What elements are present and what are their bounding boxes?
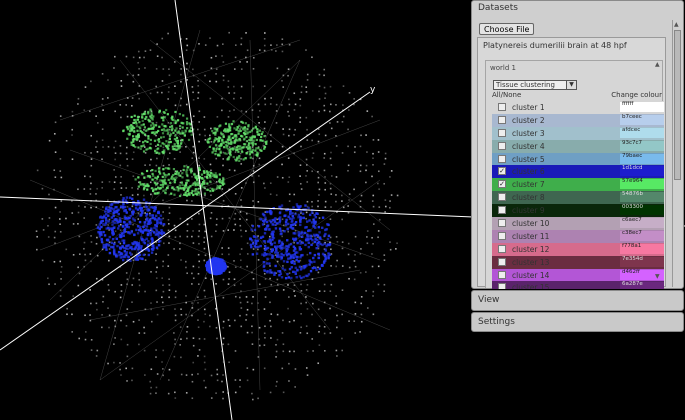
cluster-checkbox[interactable] [498,115,506,124]
cluster-name: cluster 12 [512,244,550,254]
cluster-row: cluster 4 93c7c7 [492,139,664,153]
world-box: world 1 Tissue clustering ▼ All/None Cha… [485,60,664,289]
cluster-name: cluster 11 [512,231,550,241]
cluster-colour-swatch[interactable]: 6a287e [620,282,664,289]
cluster-name: cluster 4 [512,141,545,151]
cluster-checkbox[interactable] [498,103,506,111]
cluster-name: cluster 15 [512,283,550,289]
cluster-list-scrollbar[interactable]: ▲ ▼ [655,61,663,281]
cluster-name: cluster 2 [512,115,545,125]
cluster-row: ✓ cluster 7 57e964 [492,178,664,192]
cluster-row: cluster 14 d462ff [492,268,664,282]
cluster-row: cluster 3 afdcec [492,126,664,140]
settings-panel-title[interactable]: Settings [472,313,683,331]
cluster-row: cluster 11 c38ec7 [492,229,664,243]
cluster-row: ✓ cluster 6 1d1dcd [492,165,664,179]
scroll-up-icon[interactable]: ▲ [655,61,660,68]
cluster-checkbox[interactable] [498,128,506,137]
axis-y-label: y [370,85,376,95]
scrollbar-thumb[interactable] [674,30,681,180]
cluster-name: cluster 10 [512,219,550,229]
cluster-row: cluster 5 79baec [492,152,664,166]
cluster-name: cluster 9 [512,206,545,216]
cluster-checkbox[interactable] [498,283,506,289]
cluster-row: cluster 1 ffffff [492,101,664,114]
view-panel[interactable]: View [471,290,684,311]
cluster-checkbox[interactable]: ✓ [498,167,506,176]
settings-panel[interactable]: Settings [471,312,684,332]
cluster-list: cluster 1 ffffff cluster 2 b7ceec cluster 3a… [492,101,664,289]
dataset-name: Platynereis dumerilii brain at 48 hpf [483,41,627,50]
cluster-name: cluster 7 [512,180,545,190]
datasets-panel: Datasets Choose File Platynereis dumeril… [471,0,684,289]
cluster-row: cluster 15 6a287e [492,281,664,289]
world-label: world 1 [490,64,516,72]
cluster-checkbox[interactable] [498,270,506,279]
cluster-checkbox[interactable] [498,206,506,215]
datasets-scrollbar[interactable]: ▲ [672,20,682,287]
cluster-checkbox[interactable] [498,219,506,228]
cluster-checkbox[interactable] [498,257,506,266]
cluster-checkbox[interactable] [498,231,506,240]
cluster-row: cluster 8 54876b [492,191,664,205]
view-panel-title[interactable]: View [472,291,683,309]
cluster-row: cluster 13 7e354d [492,255,664,269]
cluster-row: cluster 12 f778a1 [492,242,664,256]
cluster-row: cluster 2 b7ceec [492,113,664,127]
cluster-name: cluster 14 [512,270,550,280]
dataset-box: Platynereis dumerilii brain at 48 hpf wo… [477,37,666,289]
all-none-toggle[interactable]: All/None [492,91,521,99]
scroll-up-icon[interactable]: ▲ [674,21,679,28]
cluster-checkbox[interactable] [498,154,506,163]
cluster-name: cluster 1 [512,103,545,112]
cluster-checkbox[interactable] [498,193,506,202]
cluster-name: cluster 3 [512,128,545,138]
chevron-down-icon[interactable]: ▼ [566,81,576,89]
choose-file-button[interactable]: Choose File [479,23,535,35]
mode-select[interactable]: Tissue clustering ▼ [493,80,577,90]
cluster-name: cluster 6 [512,167,545,177]
cluster-checkbox[interactable]: ✓ [498,180,506,189]
cluster-checkbox[interactable] [498,244,506,253]
cluster-name: cluster 5 [512,154,545,164]
cluster-row: cluster 9 003300 [492,204,664,218]
scroll-down-icon[interactable]: ▼ [655,273,660,280]
cluster-row: cluster 10 c6aec7 [492,217,664,230]
cluster-name: cluster 8 [512,193,545,203]
cluster-checkbox[interactable] [498,141,506,150]
cluster-name: cluster 13 [512,257,550,267]
datasets-panel-title[interactable]: Datasets [472,1,683,15]
mode-select-value: Tissue clustering [496,81,555,89]
